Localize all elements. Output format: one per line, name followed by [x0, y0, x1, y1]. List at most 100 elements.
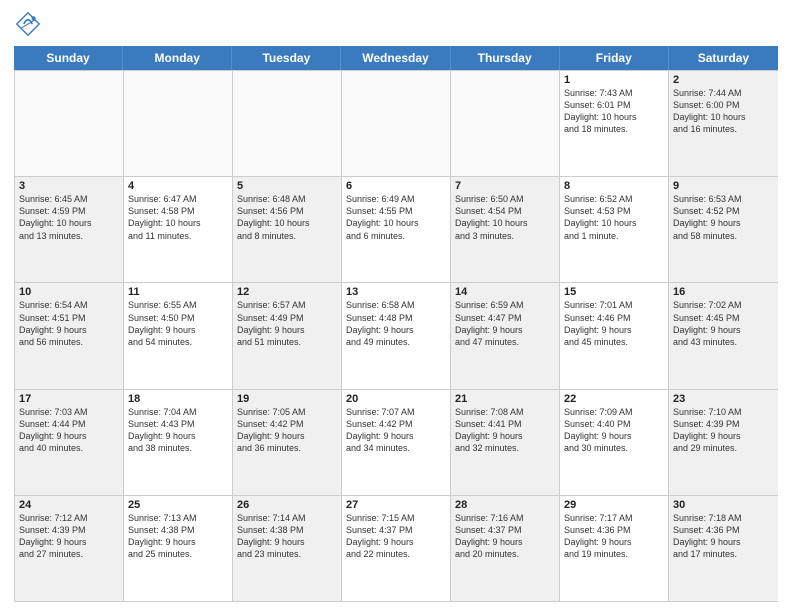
- table-row: 7Sunrise: 6:50 AM Sunset: 4:54 PM Daylig…: [451, 177, 560, 282]
- header-cell-sunday: Sunday: [14, 46, 123, 70]
- table-row: 15Sunrise: 7:01 AM Sunset: 4:46 PM Dayli…: [560, 283, 669, 388]
- day-number: 14: [455, 286, 555, 298]
- logo: [14, 10, 46, 38]
- table-row: [124, 71, 233, 176]
- cell-info: Sunrise: 6:59 AM Sunset: 4:47 PM Dayligh…: [455, 299, 555, 348]
- cell-info: Sunrise: 7:02 AM Sunset: 4:45 PM Dayligh…: [673, 299, 774, 348]
- table-row: 19Sunrise: 7:05 AM Sunset: 4:42 PM Dayli…: [233, 390, 342, 495]
- table-row: 13Sunrise: 6:58 AM Sunset: 4:48 PM Dayli…: [342, 283, 451, 388]
- day-number: 7: [455, 180, 555, 192]
- day-number: 27: [346, 499, 446, 511]
- cell-info: Sunrise: 6:45 AM Sunset: 4:59 PM Dayligh…: [19, 193, 119, 242]
- table-row: 11Sunrise: 6:55 AM Sunset: 4:50 PM Dayli…: [124, 283, 233, 388]
- table-row: 14Sunrise: 6:59 AM Sunset: 4:47 PM Dayli…: [451, 283, 560, 388]
- day-number: 9: [673, 180, 774, 192]
- cell-info: Sunrise: 7:13 AM Sunset: 4:38 PM Dayligh…: [128, 512, 228, 561]
- header-cell-tuesday: Tuesday: [232, 46, 341, 70]
- day-number: 6: [346, 180, 446, 192]
- day-number: 16: [673, 286, 774, 298]
- cell-info: Sunrise: 7:43 AM Sunset: 6:01 PM Dayligh…: [564, 87, 664, 136]
- day-number: 25: [128, 499, 228, 511]
- cell-info: Sunrise: 6:58 AM Sunset: 4:48 PM Dayligh…: [346, 299, 446, 348]
- cell-info: Sunrise: 7:18 AM Sunset: 4:36 PM Dayligh…: [673, 512, 774, 561]
- cell-info: Sunrise: 7:08 AM Sunset: 4:41 PM Dayligh…: [455, 406, 555, 455]
- cell-info: Sunrise: 7:04 AM Sunset: 4:43 PM Dayligh…: [128, 406, 228, 455]
- day-number: 20: [346, 393, 446, 405]
- table-row: 20Sunrise: 7:07 AM Sunset: 4:42 PM Dayli…: [342, 390, 451, 495]
- header-cell-wednesday: Wednesday: [341, 46, 450, 70]
- day-number: 10: [19, 286, 119, 298]
- calendar-row-4: 17Sunrise: 7:03 AM Sunset: 4:44 PM Dayli…: [15, 389, 778, 495]
- cell-info: Sunrise: 6:52 AM Sunset: 4:53 PM Dayligh…: [564, 193, 664, 242]
- day-number: 1: [564, 74, 664, 86]
- table-row: [233, 71, 342, 176]
- calendar-row-3: 10Sunrise: 6:54 AM Sunset: 4:51 PM Dayli…: [15, 282, 778, 388]
- table-row: 21Sunrise: 7:08 AM Sunset: 4:41 PM Dayli…: [451, 390, 560, 495]
- cell-info: Sunrise: 7:01 AM Sunset: 4:46 PM Dayligh…: [564, 299, 664, 348]
- header-cell-monday: Monday: [123, 46, 232, 70]
- day-number: 26: [237, 499, 337, 511]
- table-row: 6Sunrise: 6:49 AM Sunset: 4:55 PM Daylig…: [342, 177, 451, 282]
- cell-info: Sunrise: 6:48 AM Sunset: 4:56 PM Dayligh…: [237, 193, 337, 242]
- table-row: 4Sunrise: 6:47 AM Sunset: 4:58 PM Daylig…: [124, 177, 233, 282]
- table-row: [15, 71, 124, 176]
- day-number: 18: [128, 393, 228, 405]
- day-number: 5: [237, 180, 337, 192]
- page: SundayMondayTuesdayWednesdayThursdayFrid…: [0, 0, 792, 612]
- calendar-header: SundayMondayTuesdayWednesdayThursdayFrid…: [14, 46, 778, 70]
- table-row: 1Sunrise: 7:43 AM Sunset: 6:01 PM Daylig…: [560, 71, 669, 176]
- table-row: 26Sunrise: 7:14 AM Sunset: 4:38 PM Dayli…: [233, 496, 342, 601]
- table-row: 2Sunrise: 7:44 AM Sunset: 6:00 PM Daylig…: [669, 71, 778, 176]
- table-row: [451, 71, 560, 176]
- day-number: 28: [455, 499, 555, 511]
- table-row: 3Sunrise: 6:45 AM Sunset: 4:59 PM Daylig…: [15, 177, 124, 282]
- table-row: 30Sunrise: 7:18 AM Sunset: 4:36 PM Dayli…: [669, 496, 778, 601]
- day-number: 3: [19, 180, 119, 192]
- table-row: 8Sunrise: 6:52 AM Sunset: 4:53 PM Daylig…: [560, 177, 669, 282]
- cell-info: Sunrise: 7:16 AM Sunset: 4:37 PM Dayligh…: [455, 512, 555, 561]
- day-number: 24: [19, 499, 119, 511]
- table-row: [342, 71, 451, 176]
- day-number: 17: [19, 393, 119, 405]
- header-cell-saturday: Saturday: [669, 46, 778, 70]
- cell-info: Sunrise: 7:10 AM Sunset: 4:39 PM Dayligh…: [673, 406, 774, 455]
- table-row: 16Sunrise: 7:02 AM Sunset: 4:45 PM Dayli…: [669, 283, 778, 388]
- cell-info: Sunrise: 6:53 AM Sunset: 4:52 PM Dayligh…: [673, 193, 774, 242]
- header: [14, 10, 778, 38]
- table-row: 24Sunrise: 7:12 AM Sunset: 4:39 PM Dayli…: [15, 496, 124, 601]
- day-number: 30: [673, 499, 774, 511]
- calendar-body: 1Sunrise: 7:43 AM Sunset: 6:01 PM Daylig…: [14, 70, 778, 602]
- cell-info: Sunrise: 7:09 AM Sunset: 4:40 PM Dayligh…: [564, 406, 664, 455]
- cell-info: Sunrise: 6:50 AM Sunset: 4:54 PM Dayligh…: [455, 193, 555, 242]
- table-row: 27Sunrise: 7:15 AM Sunset: 4:37 PM Dayli…: [342, 496, 451, 601]
- table-row: 17Sunrise: 7:03 AM Sunset: 4:44 PM Dayli…: [15, 390, 124, 495]
- cell-info: Sunrise: 7:05 AM Sunset: 4:42 PM Dayligh…: [237, 406, 337, 455]
- table-row: 10Sunrise: 6:54 AM Sunset: 4:51 PM Dayli…: [15, 283, 124, 388]
- cell-info: Sunrise: 7:44 AM Sunset: 6:00 PM Dayligh…: [673, 87, 774, 136]
- cell-info: Sunrise: 7:12 AM Sunset: 4:39 PM Dayligh…: [19, 512, 119, 561]
- day-number: 12: [237, 286, 337, 298]
- calendar: SundayMondayTuesdayWednesdayThursdayFrid…: [14, 46, 778, 602]
- table-row: 18Sunrise: 7:04 AM Sunset: 4:43 PM Dayli…: [124, 390, 233, 495]
- cell-info: Sunrise: 6:55 AM Sunset: 4:50 PM Dayligh…: [128, 299, 228, 348]
- day-number: 19: [237, 393, 337, 405]
- table-row: 29Sunrise: 7:17 AM Sunset: 4:36 PM Dayli…: [560, 496, 669, 601]
- table-row: 9Sunrise: 6:53 AM Sunset: 4:52 PM Daylig…: [669, 177, 778, 282]
- cell-info: Sunrise: 7:03 AM Sunset: 4:44 PM Dayligh…: [19, 406, 119, 455]
- day-number: 21: [455, 393, 555, 405]
- day-number: 4: [128, 180, 228, 192]
- table-row: 28Sunrise: 7:16 AM Sunset: 4:37 PM Dayli…: [451, 496, 560, 601]
- day-number: 29: [564, 499, 664, 511]
- day-number: 22: [564, 393, 664, 405]
- cell-info: Sunrise: 6:57 AM Sunset: 4:49 PM Dayligh…: [237, 299, 337, 348]
- cell-info: Sunrise: 6:54 AM Sunset: 4:51 PM Dayligh…: [19, 299, 119, 348]
- day-number: 15: [564, 286, 664, 298]
- table-row: 25Sunrise: 7:13 AM Sunset: 4:38 PM Dayli…: [124, 496, 233, 601]
- calendar-row-1: 1Sunrise: 7:43 AM Sunset: 6:01 PM Daylig…: [15, 70, 778, 176]
- cell-info: Sunrise: 6:47 AM Sunset: 4:58 PM Dayligh…: [128, 193, 228, 242]
- header-cell-thursday: Thursday: [451, 46, 560, 70]
- day-number: 2: [673, 74, 774, 86]
- day-number: 11: [128, 286, 228, 298]
- day-number: 23: [673, 393, 774, 405]
- cell-info: Sunrise: 7:14 AM Sunset: 4:38 PM Dayligh…: [237, 512, 337, 561]
